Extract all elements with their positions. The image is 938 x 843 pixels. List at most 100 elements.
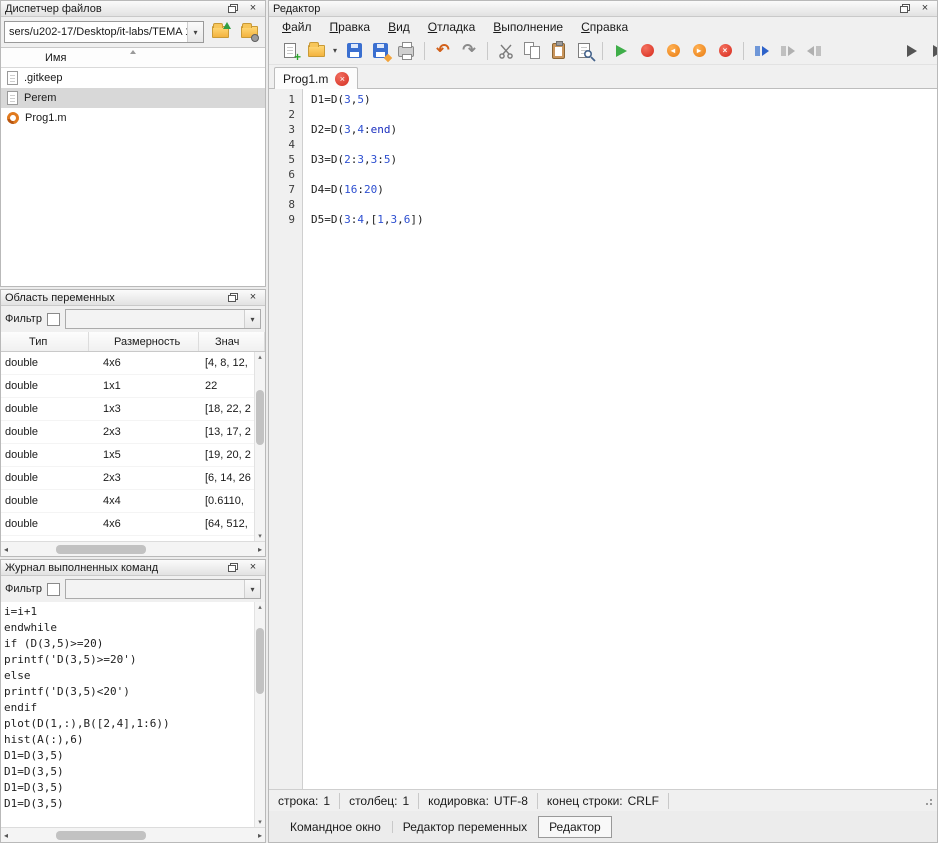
bottom-tab-2[interactable]: Редактор переменных [392,816,538,838]
resize-grip[interactable] [923,796,933,806]
file-row[interactable]: Perem [1,88,265,108]
history-command[interactable]: hist(A(:),6) [1,732,254,748]
filter-checkbox[interactable] [47,583,60,596]
variable-row[interactable]: double1x3[18, 22, 2 [1,398,265,421]
scroll-up-icon[interactable]: ▴ [258,353,262,361]
close-icon[interactable]: × [245,561,261,574]
scroll-up-icon[interactable]: ▴ [258,603,262,611]
path-combobox[interactable]: sers/u202-17/Desktop/it-labs/TEMA 1 ▾ [4,21,204,43]
scroll-left-icon[interactable]: ◂ [4,545,8,554]
remove-all-breakpoints-button[interactable]: × [712,39,738,63]
horizontal-scrollbar[interactable]: ◂ ▸ [1,541,265,556]
menu-item-2[interactable]: Правка [321,18,380,36]
paste-button[interactable] [545,39,571,63]
scroll-down-icon[interactable]: ▾ [258,818,262,826]
open-file-button[interactable] [303,39,329,63]
undock-icon[interactable] [225,291,241,304]
next-breakpoint-button[interactable]: ▸ [686,39,712,63]
history-command[interactable]: printf('D(3,5)>=20') [1,652,254,668]
file-row[interactable]: Prog1.m [1,108,265,128]
history-command[interactable]: D1=D(3,5) [1,764,254,780]
filter-checkbox[interactable] [47,313,60,326]
chevron-down-icon[interactable]: ▾ [244,580,260,598]
scroll-down-icon[interactable]: ▾ [258,532,262,540]
code-line[interactable]: D3=D(2:3,3:5) [311,152,937,167]
new-script-button[interactable]: + [277,39,303,63]
code-line[interactable] [311,167,937,182]
redo-button[interactable]: ↷ [456,39,482,63]
menu-item-1[interactable]: Файл [273,18,321,36]
close-icon[interactable]: × [245,291,261,304]
vertical-scrollbar[interactable]: ▴ ▾ [254,352,265,541]
previous-breakpoint-button[interactable]: ◂ [660,39,686,63]
filter-combobox[interactable]: ▾ [65,309,261,329]
close-icon[interactable]: × [917,2,933,15]
tab-close-icon[interactable]: × [335,72,349,86]
menu-item-6[interactable]: Справка [572,18,637,36]
scroll-right-icon[interactable]: ▸ [258,545,262,554]
history-command[interactable]: endwhile [1,620,254,636]
step-button[interactable] [749,39,775,63]
variables-table-header[interactable]: Тип Размерность Знач [1,332,265,352]
history-command[interactable]: D1=D(3,5) [1,780,254,796]
history-command[interactable]: printf('D(3,5)<20') [1,684,254,700]
print-button[interactable] [393,39,419,63]
horizontal-scrollbar[interactable]: ◂ ▸ [1,827,265,842]
step-in-button[interactable] [775,39,801,63]
save-button[interactable] [341,39,367,63]
code-line[interactable] [311,107,937,122]
run-button[interactable] [608,39,634,63]
scrollbar-thumb[interactable] [256,390,264,445]
menu-item-4[interactable]: Отладка [419,18,484,36]
open-file-dropdown[interactable]: ▾ [329,39,341,63]
value-column-header[interactable]: Знач [199,332,265,351]
scrollbar-thumb[interactable] [56,545,146,554]
scrollbar-thumb[interactable] [56,831,146,840]
close-icon[interactable]: × [245,2,261,15]
history-command[interactable]: i=i+1 [1,604,254,620]
file-row[interactable]: .gitkeep [1,68,265,88]
save-as-button[interactable] [367,39,393,63]
variable-row[interactable]: double2x3[6, 14, 26 [1,467,265,490]
bottom-tab-1[interactable]: Командное окно [279,816,392,838]
code-line[interactable]: D5=D(3:4,[1,3,6]) [311,212,937,227]
variable-row[interactable]: double1x5[19, 20, 2 [1,444,265,467]
code-line[interactable] [311,197,937,212]
variable-row[interactable]: double4x6[64, 512, [1,513,265,536]
menu-item-5[interactable]: Выполнение [484,18,572,36]
code-line[interactable]: D2=D(3,4:end) [311,122,937,137]
step-out-button[interactable] [801,39,827,63]
undock-icon[interactable] [225,561,241,574]
undock-icon[interactable] [897,2,913,15]
history-command[interactable]: D1=D(3,5) [1,796,254,812]
tab-prog1[interactable]: Prog1.m × [274,67,358,89]
code-line[interactable]: D1=D(3,5) [311,92,937,107]
history-command[interactable]: if (D(3,5)>=20) [1,636,254,652]
undock-icon[interactable] [225,2,241,15]
history-command[interactable]: else [1,668,254,684]
scroll-right-icon[interactable]: ▸ [258,831,262,840]
copy-button[interactable] [519,39,545,63]
continue-button[interactable] [899,39,925,63]
dimension-column-header[interactable]: Размерность [89,332,199,351]
undo-button[interactable]: ↶ [430,39,456,63]
filter-combobox[interactable]: ▾ [65,579,261,599]
variable-row[interactable]: double2x3[13, 17, 2 [1,421,265,444]
menu-item-3[interactable]: Вид [379,18,419,36]
vertical-scrollbar[interactable]: ▴ ▾ [254,602,265,827]
chevron-down-icon[interactable]: ▾ [244,310,260,328]
code-area[interactable]: D1=D(3,5) D2=D(3,4:end) D3=D(2:3,3:5) D4… [303,89,937,789]
variable-row[interactable]: double4x6[4, 8, 12, [1,352,265,375]
code-editor[interactable]: 123456789 D1=D(3,5) D2=D(3,4:end) D3=D(2… [269,89,937,789]
toggle-breakpoint-button[interactable] [634,39,660,63]
variable-row[interactable]: double1x122 [1,375,265,398]
folder-up-button[interactable] [207,20,233,44]
bottom-tab-3[interactable]: Редактор [538,816,612,838]
type-column-header[interactable]: Тип [1,332,89,351]
find-replace-button[interactable] [571,39,597,63]
toolbar-overflow-button[interactable] [925,39,937,63]
cut-button[interactable] [493,39,519,63]
folder-actions-button[interactable] [236,20,262,44]
scrollbar-thumb[interactable] [256,628,264,694]
variable-row[interactable]: double4x4[0.6110, [1,490,265,513]
